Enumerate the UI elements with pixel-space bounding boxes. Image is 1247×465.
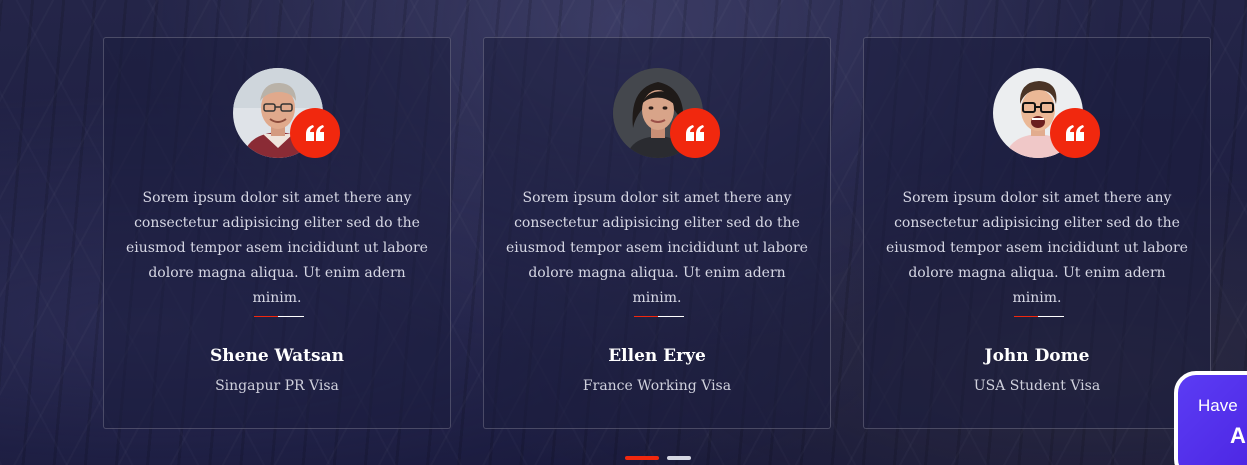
testimonial-card: Sorem ipsum dolor sit amet there any con… xyxy=(863,37,1211,429)
avatar-wrap xyxy=(233,68,340,158)
help-widget-line-1: Have xyxy=(1198,396,1238,415)
divider xyxy=(634,316,684,317)
divider xyxy=(1014,316,1064,317)
testimonial-text: Sorem ipsum dolor sit amet there any con… xyxy=(886,190,1188,306)
testimonial-card: Sorem ipsum dolor sit amet there any con… xyxy=(483,37,831,429)
carousel-dot-active[interactable] xyxy=(625,456,659,460)
testimonials-section: Sorem ipsum dolor sit amet there any con… xyxy=(0,0,1247,465)
avatar-wrap xyxy=(613,68,720,158)
testimonial-card: Sorem ipsum dolor sit amet there any con… xyxy=(103,37,451,429)
help-chat-widget[interactable]: Have A xyxy=(1174,371,1247,465)
quote-icon xyxy=(670,108,720,158)
person-name: Ellen Erye xyxy=(608,346,706,366)
visa-type: USA Student Visa xyxy=(973,378,1101,394)
quote-icon xyxy=(1050,108,1100,158)
carousel-dot[interactable] xyxy=(667,456,691,460)
person-name: John Dome xyxy=(984,346,1090,366)
divider xyxy=(254,316,304,317)
testimonial-text: Sorem ipsum dolor sit amet there any con… xyxy=(126,190,428,306)
help-widget-line-2: A xyxy=(1230,423,1246,448)
testimonial-text: Sorem ipsum dolor sit amet there any con… xyxy=(506,190,808,306)
quote-icon xyxy=(290,108,340,158)
visa-type: France Working Visa xyxy=(582,378,732,394)
person-name: Shene Watsan xyxy=(210,346,344,366)
visa-type: Singapur PR Visa xyxy=(215,378,339,394)
avatar-wrap xyxy=(993,68,1100,158)
